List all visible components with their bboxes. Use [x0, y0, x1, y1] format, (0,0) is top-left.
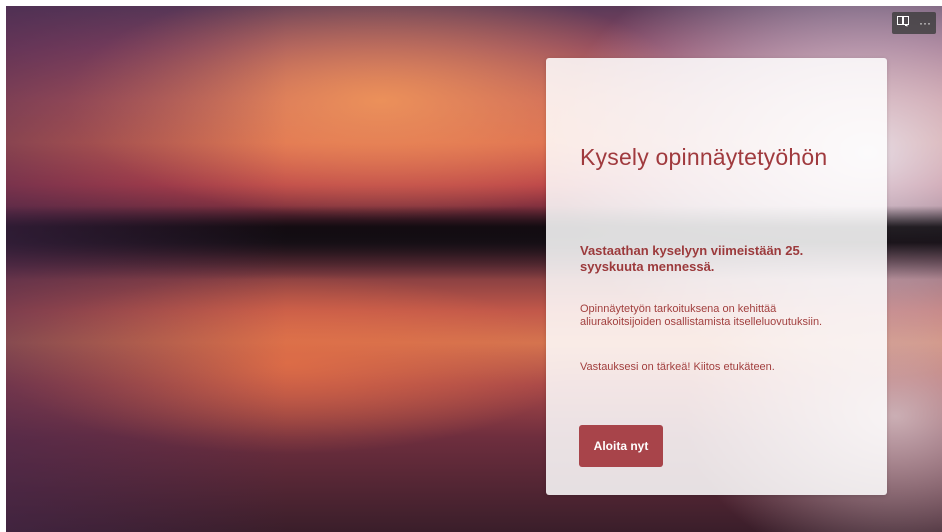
form-thanks-text: Vastauksesi on tärkeä! Kiitos etukäteen. — [580, 361, 775, 373]
start-now-button[interactable]: Aloita nyt — [579, 425, 663, 467]
form-welcome-screen: ··· Kysely opinnäytetyöhön Vastaathan ky… — [6, 6, 942, 532]
form-subtitle: Vastaathan kyselyyn viimeistään 25. syys… — [580, 243, 804, 274]
more-options-icon: ··· — [919, 16, 931, 30]
immersive-reader-button[interactable] — [892, 12, 914, 34]
form-description: Opinnäytetyön tarkoituksena on kehittää … — [580, 303, 823, 328]
immersive-reader-icon — [897, 16, 909, 30]
more-options-button[interactable]: ··· — [914, 12, 936, 34]
top-toolbar: ··· — [892, 12, 936, 34]
welcome-card: Kysely opinnäytetyöhön Vastaathan kysely… — [546, 58, 887, 495]
form-title: Kysely opinnäytetyöhön — [580, 144, 828, 170]
